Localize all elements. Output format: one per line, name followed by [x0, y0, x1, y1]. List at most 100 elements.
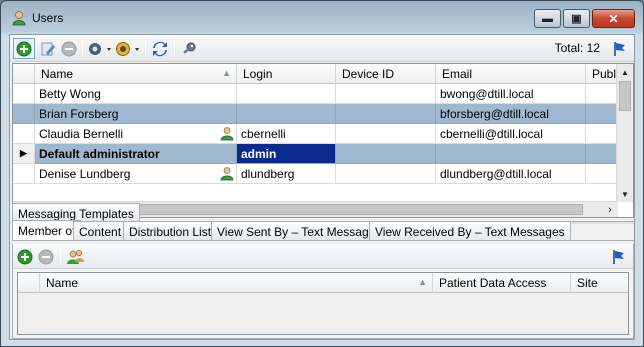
row-indicator: [13, 104, 35, 124]
cell-email: bwong@dtill.local: [436, 84, 586, 104]
cell-email: cbernelli@dtill.local: [436, 124, 586, 144]
close-icon: ✕: [608, 11, 619, 26]
cell-name: Denise Lundberg: [35, 164, 237, 184]
table-row[interactable]: Brian Forsberg bforsberg@dtill.local: [13, 104, 626, 124]
refresh-button[interactable]: [150, 38, 170, 59]
toolbar-separator: [82, 40, 83, 57]
cell-login: [237, 84, 336, 104]
toolbar-separator: [145, 40, 146, 57]
remove-user-button[interactable]: [59, 38, 79, 59]
pin-icon: [614, 41, 625, 56]
pin-icon: [613, 249, 624, 264]
settings-icon: [89, 42, 111, 55]
scroll-right-icon[interactable]: ›: [602, 202, 618, 217]
sort-ascending-icon: ▲: [222, 68, 231, 78]
close-button[interactable]: ✕: [592, 9, 635, 28]
cell-email: bforsberg@dtill.local: [436, 104, 586, 124]
minimize-button[interactable]: ▬: [534, 9, 561, 28]
member-of-grid: Name ▲ Patient Data Access Site: [17, 272, 629, 335]
cell-name: Betty Wong: [35, 84, 237, 104]
cell-device-id: [336, 164, 436, 184]
settings-dropdown-button[interactable]: [87, 38, 113, 59]
member-of-panel: Name ▲ Patient Data Access Site: [12, 244, 634, 339]
add-user-button[interactable]: [13, 38, 35, 59]
table-row[interactable]: ▶ Default administrator admin: [13, 144, 626, 164]
row-indicator-header: [18, 273, 40, 293]
row-indicator-header: [13, 64, 35, 84]
row-indicator: [13, 124, 35, 144]
user-account-icon: [220, 167, 234, 181]
pin-button[interactable]: [610, 38, 630, 59]
cell-device-id: [336, 124, 436, 144]
cell-login: [237, 104, 336, 124]
cell-email: dlundberg@dtill.local: [436, 164, 586, 184]
tab-member-of[interactable]: Member of: [12, 220, 82, 240]
title-bar[interactable]: Users ▬ ▣ ✕: [1, 1, 643, 34]
edit-user-button[interactable]: [38, 38, 58, 59]
users-grid-header: Name ▲ Login Device ID Email Public: [13, 64, 626, 84]
row-indicator: [13, 164, 35, 184]
add-icon: [16, 41, 32, 56]
table-row[interactable]: Claudia Bernelli cbernelli cbernelli@dti…: [13, 124, 626, 144]
column-header-name[interactable]: Name ▲: [35, 64, 237, 84]
add-membership-button[interactable]: [15, 246, 35, 267]
scroll-down-icon[interactable]: ▼: [617, 186, 633, 202]
pin-button[interactable]: [609, 246, 629, 267]
current-row-arrow-icon: ▶: [20, 148, 27, 158]
maximize-button[interactable]: ▣: [563, 9, 590, 28]
cell-login-editing[interactable]: admin: [237, 144, 336, 164]
cell-name: Brian Forsberg: [35, 104, 237, 124]
tab-strip-border: [12, 240, 634, 241]
member-of-toolbar: [13, 244, 633, 269]
filter-dropdown-button[interactable]: [115, 38, 141, 59]
users-window: Users ▬ ▣ ✕ Total: 12 Name ▲ Login Devic…: [0, 0, 644, 347]
table-row[interactable]: Denise Lundberg dlundberg dlundberg@dtil…: [13, 164, 626, 184]
table-row[interactable]: Betty Wong bwong@dtill.local: [13, 84, 626, 104]
remove-membership-button[interactable]: [36, 246, 56, 267]
password-button[interactable]: [179, 38, 199, 59]
main-content: Total: 12 Name ▲ Login Device ID Email P…: [9, 34, 635, 340]
scroll-up-icon[interactable]: ▲: [617, 64, 633, 80]
filter-icon: [116, 41, 139, 56]
users-grid: Name ▲ Login Device ID Email Public Bett…: [12, 63, 634, 218]
user-group-icon: [67, 249, 84, 264]
column-header-site[interactable]: Site: [571, 273, 628, 293]
manage-groups-button[interactable]: [65, 246, 87, 267]
current-row-indicator: ▶: [13, 144, 35, 164]
user-account-icon: [220, 127, 234, 141]
cell-email: [436, 144, 586, 164]
vertical-scroll-thumb[interactable]: [619, 81, 631, 111]
column-header-email[interactable]: Email: [436, 64, 586, 84]
main-toolbar: Total: 12: [10, 35, 634, 62]
member-of-grid-header: Name ▲ Patient Data Access Site: [18, 273, 628, 293]
window-controls: ▬ ▣ ✕: [534, 9, 635, 28]
remove-icon: [61, 41, 77, 56]
window-title: Users: [32, 11, 64, 25]
refresh-icon: [153, 41, 167, 56]
vertical-scrollbar[interactable]: ▲ ▼: [616, 64, 633, 202]
cell-login: dlundberg: [237, 164, 336, 184]
user-icon: [12, 11, 26, 26]
tab-view-sent-by[interactable]: View Sent By – Text Messages: [211, 221, 388, 240]
tab-view-received-by[interactable]: View Received By – Text Messages: [369, 221, 571, 240]
total-count: Total: 12: [554, 41, 600, 55]
column-header-patient-data-access[interactable]: Patient Data Access: [433, 273, 571, 293]
sort-ascending-icon: ▲: [418, 277, 427, 287]
toolbar-separator: [174, 40, 175, 57]
cell-device-id: [336, 84, 436, 104]
minimize-icon: ▬: [542, 12, 553, 25]
toolbar-separator: [60, 248, 61, 265]
key-icon: [183, 42, 196, 54]
column-header-login[interactable]: Login: [237, 64, 336, 84]
column-header-name[interactable]: Name ▲: [40, 273, 433, 293]
cell-device-id: [336, 144, 436, 164]
tab-content[interactable]: Content: [73, 221, 128, 240]
edit-icon: [41, 42, 55, 55]
column-header-device-id[interactable]: Device ID: [336, 64, 436, 84]
cell-name: Claudia Bernelli: [35, 124, 237, 144]
remove-icon: [38, 249, 54, 264]
cell-name: Default administrator: [35, 144, 237, 164]
add-icon: [17, 249, 33, 264]
tab-distribution-lists[interactable]: Distribution Lists: [123, 221, 224, 240]
cell-device-id: [336, 104, 436, 124]
